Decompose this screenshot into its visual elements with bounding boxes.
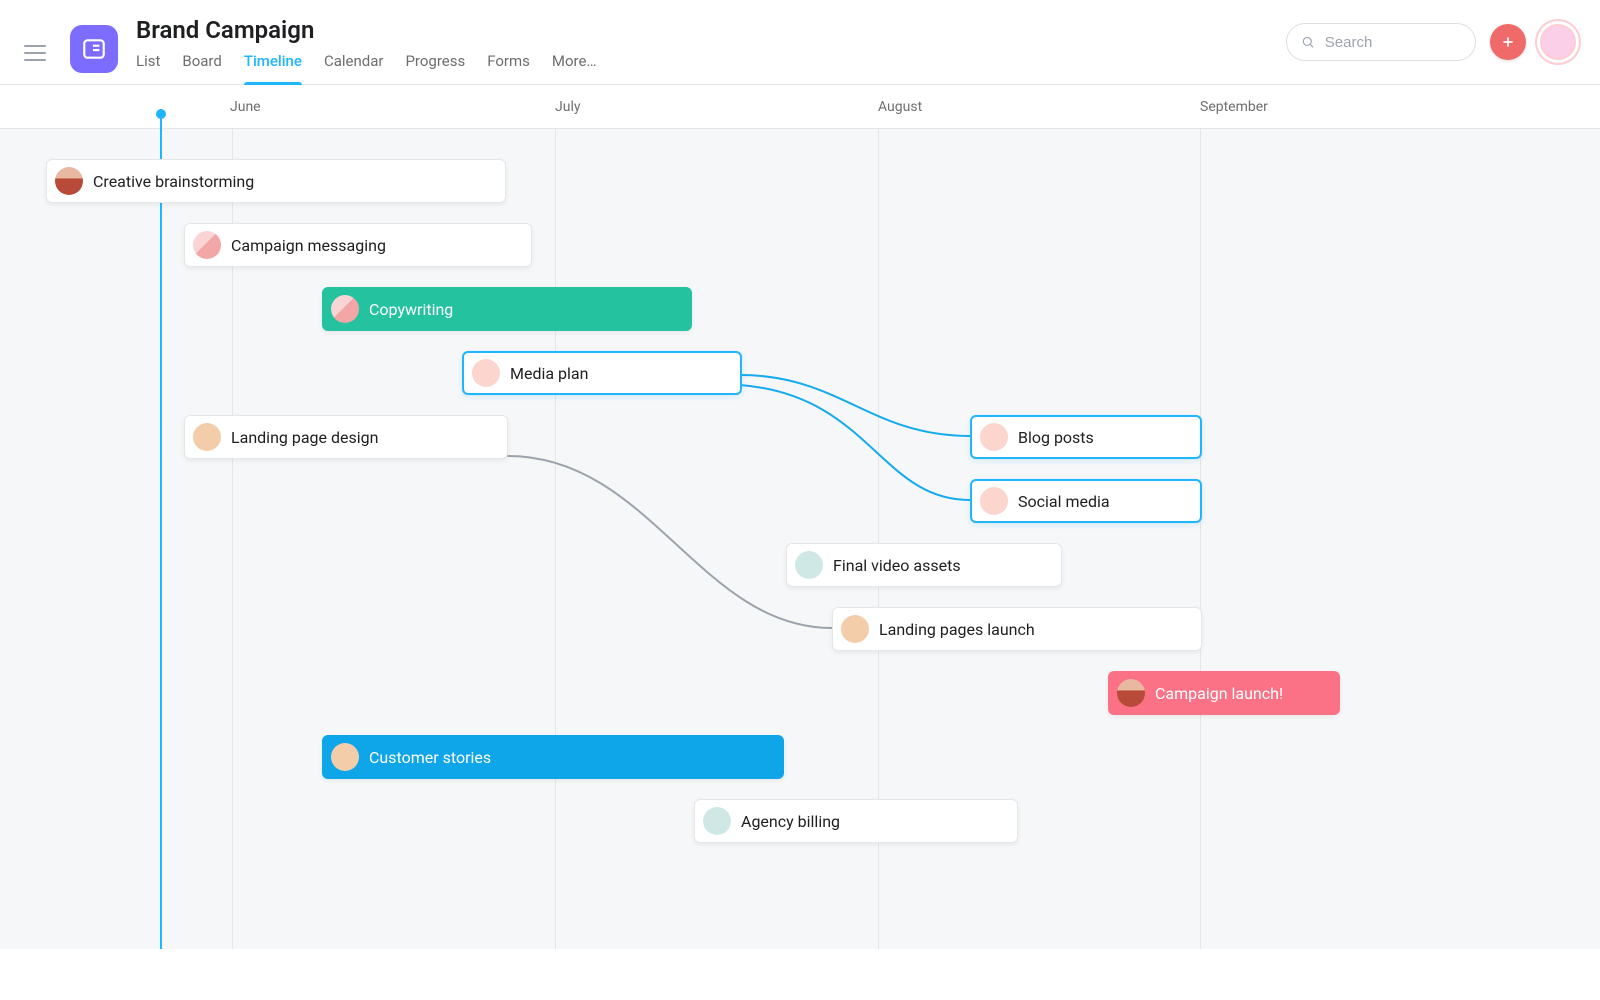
tab-list[interactable]: List: [136, 52, 160, 84]
tab-more[interactable]: More…: [552, 52, 597, 84]
task-label: Landing page design: [231, 428, 378, 447]
search-input[interactable]: [1323, 33, 1461, 52]
month-label: June: [230, 99, 261, 115]
month-label: September: [1200, 99, 1268, 115]
timeline-view: June July August September Creative brai…: [0, 85, 1600, 949]
task-bar[interactable]: Media plan: [462, 351, 742, 395]
task-label: Media plan: [510, 364, 588, 383]
task-bar[interactable]: Social media: [970, 479, 1202, 523]
task-bar[interactable]: Landing page design: [184, 415, 508, 459]
timeline-month-header: June July August September: [0, 85, 1600, 129]
plus-icon: [1500, 34, 1516, 50]
task-bar[interactable]: Customer stories: [322, 735, 784, 779]
tab-calendar[interactable]: Calendar: [324, 52, 384, 84]
assignee-avatar: [331, 743, 359, 771]
task-bar[interactable]: Copywriting: [322, 287, 692, 331]
project-title: Brand Campaign: [136, 16, 1286, 44]
timeline-grid[interactable]: Creative brainstorming Campaign messagin…: [0, 129, 1600, 949]
menu-icon[interactable]: [24, 45, 46, 61]
task-label: Social media: [1018, 492, 1110, 511]
tab-forms[interactable]: Forms: [487, 52, 530, 84]
tab-timeline[interactable]: Timeline: [244, 52, 302, 84]
task-bar[interactable]: Campaign launch!: [1108, 671, 1340, 715]
assignee-avatar: [703, 807, 731, 835]
task-label: Landing pages launch: [879, 620, 1035, 639]
task-label: Campaign launch!: [1155, 684, 1283, 703]
project-icon[interactable]: [70, 25, 118, 73]
assignee-avatar: [841, 615, 869, 643]
tab-progress[interactable]: Progress: [405, 52, 465, 84]
task-bar[interactable]: Landing pages launch: [832, 607, 1202, 651]
assignee-avatar: [980, 487, 1008, 515]
task-label: Final video assets: [833, 556, 961, 575]
month-label: July: [555, 99, 580, 115]
assignee-avatar: [331, 295, 359, 323]
task-label: Agency billing: [741, 812, 840, 831]
task-bar[interactable]: Agency billing: [694, 799, 1018, 843]
assignee-avatar: [1117, 679, 1145, 707]
grid-line: [555, 129, 556, 949]
task-bar[interactable]: Creative brainstorming: [46, 159, 506, 203]
current-user-avatar[interactable]: [1540, 24, 1576, 60]
task-bar[interactable]: Campaign messaging: [184, 223, 532, 267]
task-label: Campaign messaging: [231, 236, 386, 255]
assignee-avatar: [980, 423, 1008, 451]
search-field[interactable]: [1286, 23, 1476, 61]
task-label: Creative brainstorming: [93, 172, 254, 191]
assignee-avatar: [193, 231, 221, 259]
assignee-avatar: [55, 167, 83, 195]
assignee-avatar: [193, 423, 221, 451]
search-icon: [1301, 34, 1315, 50]
assignee-avatar: [795, 551, 823, 579]
month-label: August: [878, 99, 922, 115]
list-card-icon: [81, 36, 107, 62]
view-tabs: List Board Timeline Calendar Progress Fo…: [136, 52, 1286, 84]
today-indicator: [160, 109, 162, 949]
task-bar[interactable]: Final video assets: [786, 543, 1062, 587]
app-header: Brand Campaign List Board Timeline Calen…: [0, 0, 1600, 85]
assignee-avatar: [472, 359, 500, 387]
add-button[interactable]: [1490, 24, 1526, 60]
tab-board[interactable]: Board: [182, 52, 221, 84]
task-label: Customer stories: [369, 748, 491, 767]
task-label: Blog posts: [1018, 428, 1094, 447]
grid-line: [1200, 129, 1201, 949]
task-bar[interactable]: Blog posts: [970, 415, 1202, 459]
task-label: Copywriting: [369, 300, 453, 319]
